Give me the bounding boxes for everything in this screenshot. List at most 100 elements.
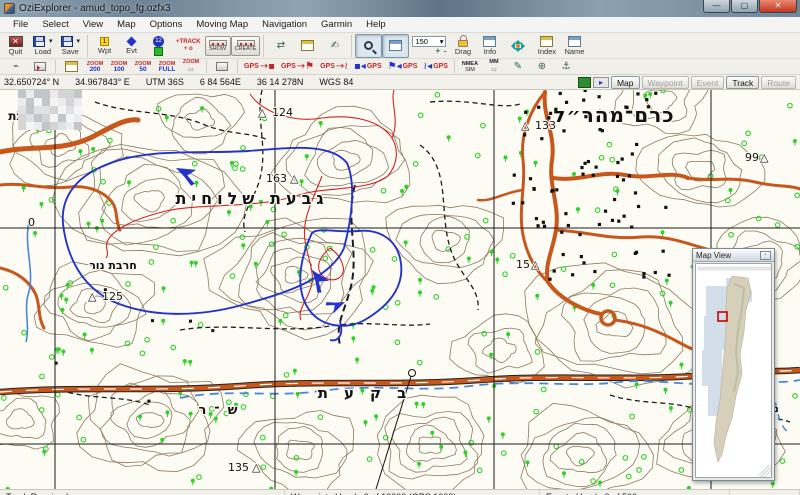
menu-options[interactable]: Options — [143, 18, 190, 31]
map-scale-button[interactable]: ⌁ — [4, 59, 28, 74]
gps-download-tracks-button[interactable]: ≀◂ GPS — [420, 59, 451, 74]
trig-point-icon: △ — [290, 172, 299, 185]
projection-button[interactable]: ⊕ — [530, 59, 554, 74]
zoom-level-select[interactable]: 150 ▾ — [412, 35, 447, 47]
zoom-out-button[interactable]: - — [443, 46, 446, 56]
arrow-right-icon: →≀ — [335, 60, 349, 72]
point-count-button[interactable]: 12 — [145, 34, 172, 58]
lock-icon — [457, 34, 468, 47]
longitude-readout: 34.967843° E — [75, 77, 130, 87]
map-arrow-icon — [34, 62, 46, 71]
ozi-explorer-window: OziExplorer - amud_topo_fg.ozfx3 — ▢ ✕ F… — [0, 0, 800, 495]
title-bar[interactable]: OziExplorer - amud_topo_fg.ozfx3 — ▢ ✕ — [0, 0, 800, 17]
drag-button[interactable]: Drag — [449, 34, 476, 58]
index-button[interactable]: Index — [533, 34, 560, 58]
popup-map-button[interactable] — [382, 33, 410, 58]
map-view-titlebar[interactable]: Map View ▫ — [693, 249, 774, 262]
grid-toggle-icon[interactable] — [577, 76, 591, 88]
waypoint-mode-button[interactable]: Waypoint — [641, 75, 689, 89]
menu-garmin[interactable]: Garmin — [314, 18, 359, 31]
info-button[interactable]: Info — [476, 34, 503, 58]
map-view-body[interactable] — [695, 263, 772, 478]
close-button[interactable]: ✕ — [759, 0, 797, 13]
gps-upload-events-button[interactable]: GPS →⚑ — [278, 59, 317, 74]
gps-download-events-button[interactable]: ⚑◂ GPS — [385, 59, 421, 74]
moving-map-button[interactable]: MM ▭ — [482, 59, 506, 74]
map-view-panel: Map View ▫ — [692, 248, 775, 481]
cascade-icon — [64, 61, 78, 72]
load-dropdown-icon: ▾ — [49, 38, 53, 45]
chevron-down-icon: ▾ — [439, 36, 444, 46]
nmea-simulator-button[interactable]: NMEA SIM — [458, 59, 482, 74]
map-config-button[interactable] — [210, 59, 234, 74]
menu-view[interactable]: View — [76, 18, 110, 31]
secondary-toolbar: ⌁ ZOOM 200 ZOOM 100 ZOOM 50 ZOOM FULL ZOOM ▭ … — [0, 59, 800, 75]
name-search-button[interactable]: Name — [560, 34, 588, 58]
map-canvas[interactable]: △ 124 163 △ △ 133 99 △ △ 125 135 △ 15 △ 0 כרם־מ… — [0, 90, 800, 489]
map-mode-button[interactable]: Map — [610, 75, 640, 89]
save-position-icon[interactable] — [592, 76, 609, 88]
maximize-button[interactable]: ▢ — [731, 0, 758, 13]
svg-text:124: 124 — [272, 106, 293, 119]
datum-readout: WGS 84 — [319, 77, 354, 87]
save-dropdown-icon: ▾ — [76, 38, 81, 45]
route-mode-button[interactable]: Route — [761, 75, 796, 89]
track-strip-icon — [236, 39, 255, 46]
map-view-restore-button[interactable]: ▫ — [760, 250, 771, 260]
zoom-window-button[interactable]: ZOOM ▭ — [179, 59, 203, 74]
event-toggle[interactable]: Evt — [118, 34, 145, 58]
gps-upload-waypoints-button[interactable]: GPS →▪ — [241, 59, 278, 74]
topo-map[interactable]: △ 124 163 △ △ 133 99 △ △ 125 135 △ 15 △ 0 כרם־מ… — [0, 90, 800, 489]
track-transfer-button[interactable]: ⇄ — [267, 34, 294, 58]
zoom-50-button[interactable]: ZOOM 50 — [131, 59, 155, 74]
resize-grip[interactable] — [759, 465, 771, 477]
save-button[interactable]: ▾ Save — [57, 34, 85, 58]
add-track-button[interactable]: +TRACK + o — [172, 34, 205, 58]
trig-point-icon: △ — [760, 151, 769, 164]
event-mode-button[interactable]: Event — [690, 75, 725, 89]
info-window-icon — [483, 35, 497, 47]
anchor-button[interactable]: ⚓ — [554, 59, 578, 74]
track-edit-button[interactable]: ✍ — [321, 34, 348, 58]
scale-icon: ⌁ — [12, 60, 20, 72]
create-track-button[interactable]: CREATE — [230, 35, 261, 56]
menu-help[interactable]: Help — [359, 18, 393, 31]
waypoint-toggle[interactable]: 1 Wpt — [91, 34, 118, 58]
green-marker-icon — [154, 46, 164, 56]
annotate-button[interactable]: ✎ — [506, 59, 530, 74]
trig-point-icon: △ — [531, 258, 540, 271]
arrow-right-icon: →⚑ — [296, 60, 315, 72]
anchor-icon: ⚓ — [561, 60, 571, 72]
cascade-windows-button[interactable] — [59, 59, 83, 74]
track-list-button[interactable] — [294, 34, 321, 58]
trig-point-icon: △ — [88, 290, 97, 303]
menu-file[interactable]: File — [6, 18, 35, 31]
pan-control[interactable] — [503, 34, 533, 58]
zoom-full-button[interactable]: ZOOM FULL — [155, 59, 179, 74]
load-button[interactable]: ▾ Load — [29, 34, 57, 58]
map-position-button[interactable] — [28, 59, 52, 74]
index-icon — [540, 35, 554, 47]
status-events: Events Used : 0 of 500 — [540, 490, 730, 495]
menu-select[interactable]: Select — [35, 18, 75, 31]
minimize-button[interactable]: — — [703, 0, 730, 13]
menu-moving-map[interactable]: Moving Map — [189, 18, 255, 31]
latitude-readout: 32.650724° N — [4, 77, 60, 87]
status-waypoints: Waypoints Used : 0 of 10000 (GPS:1000) — [285, 490, 540, 495]
gps-download-waypoints-button[interactable]: ▪◂ GPS — [351, 59, 385, 74]
menu-map[interactable]: Map — [110, 18, 142, 31]
zoom-100-button[interactable]: ZOOM 100 — [107, 59, 131, 74]
magnify-button[interactable] — [355, 33, 383, 58]
gps-upload-tracks-button[interactable]: GPS →≀ — [317, 59, 351, 74]
zoom-200-button[interactable]: ZOOM 200 — [83, 59, 107, 74]
blurred-region — [18, 90, 82, 130]
quit-button[interactable]: ✕ Quit — [2, 34, 29, 58]
utm-easting-readout: 6 84 564E — [199, 77, 241, 87]
label-khirbat-nur: חרבת נור — [89, 259, 137, 272]
track-mode-button[interactable]: Track — [726, 75, 760, 89]
show-track-button[interactable]: SHOW — [204, 35, 231, 56]
menu-navigation[interactable]: Navigation — [255, 18, 314, 31]
svg-text:99: 99 — [745, 151, 759, 164]
arrow-right-icon: →▪ — [259, 60, 275, 72]
zoom-in-button[interactable]: + — [435, 46, 440, 56]
